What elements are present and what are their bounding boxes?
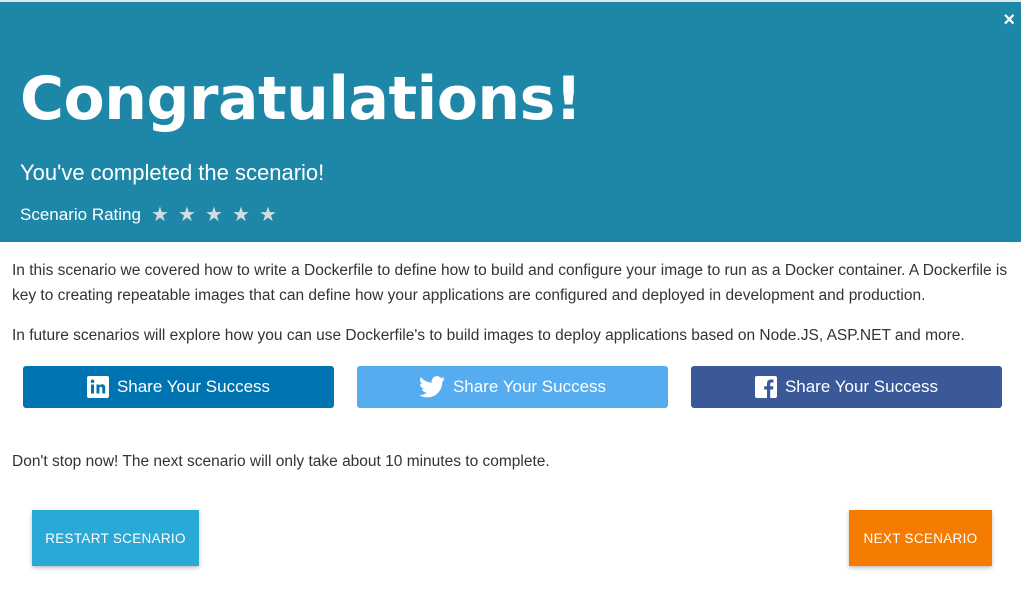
- next-scenario-button[interactable]: NEXT SCENARIO: [849, 510, 992, 566]
- completion-subtitle: You've completed the scenario!: [20, 160, 325, 185]
- rating-label: Scenario Rating: [20, 205, 141, 224]
- future-scenarios-paragraph: In future scenarios will explore how you…: [12, 327, 965, 344]
- twitter-icon: [418, 376, 445, 398]
- star-icon-1[interactable]: ★: [149, 204, 171, 226]
- star-icon-3[interactable]: ★: [203, 204, 225, 226]
- facebook-icon: [754, 376, 777, 398]
- modal-header: × Congratulations! You've completed the …: [0, 2, 1021, 242]
- star-icon-4[interactable]: ★: [230, 204, 252, 226]
- share-facebook-button[interactable]: Share Your Success: [691, 366, 1002, 408]
- restart-scenario-button[interactable]: RESTART SCENARIO: [32, 510, 199, 566]
- linkedin-icon: [86, 376, 109, 398]
- rating-stars: ★ ★ ★ ★ ★: [149, 204, 279, 226]
- scenario-rating: Scenario Rating ★ ★ ★ ★ ★: [20, 204, 279, 226]
- star-icon-2[interactable]: ★: [176, 204, 198, 226]
- share-twitter-label: Share Your Success: [452, 377, 607, 396]
- star-icon-5[interactable]: ★: [257, 204, 279, 226]
- share-twitter-button[interactable]: Share Your Success: [357, 366, 668, 408]
- congratulations-modal: × Congratulations! You've completed the …: [0, 0, 1021, 611]
- summary-paragraph: In this scenario we covered how to write…: [12, 262, 1008, 304]
- next-scenario-prompt: Don't stop now! The next scenario will o…: [12, 453, 550, 470]
- share-facebook-label: Share Your Success: [784, 377, 939, 396]
- share-linkedin-label: Share Your Success: [116, 377, 271, 396]
- page-title: Congratulations!: [20, 64, 582, 134]
- close-icon[interactable]: ×: [1003, 10, 1015, 30]
- share-linkedin-button[interactable]: Share Your Success: [23, 366, 334, 408]
